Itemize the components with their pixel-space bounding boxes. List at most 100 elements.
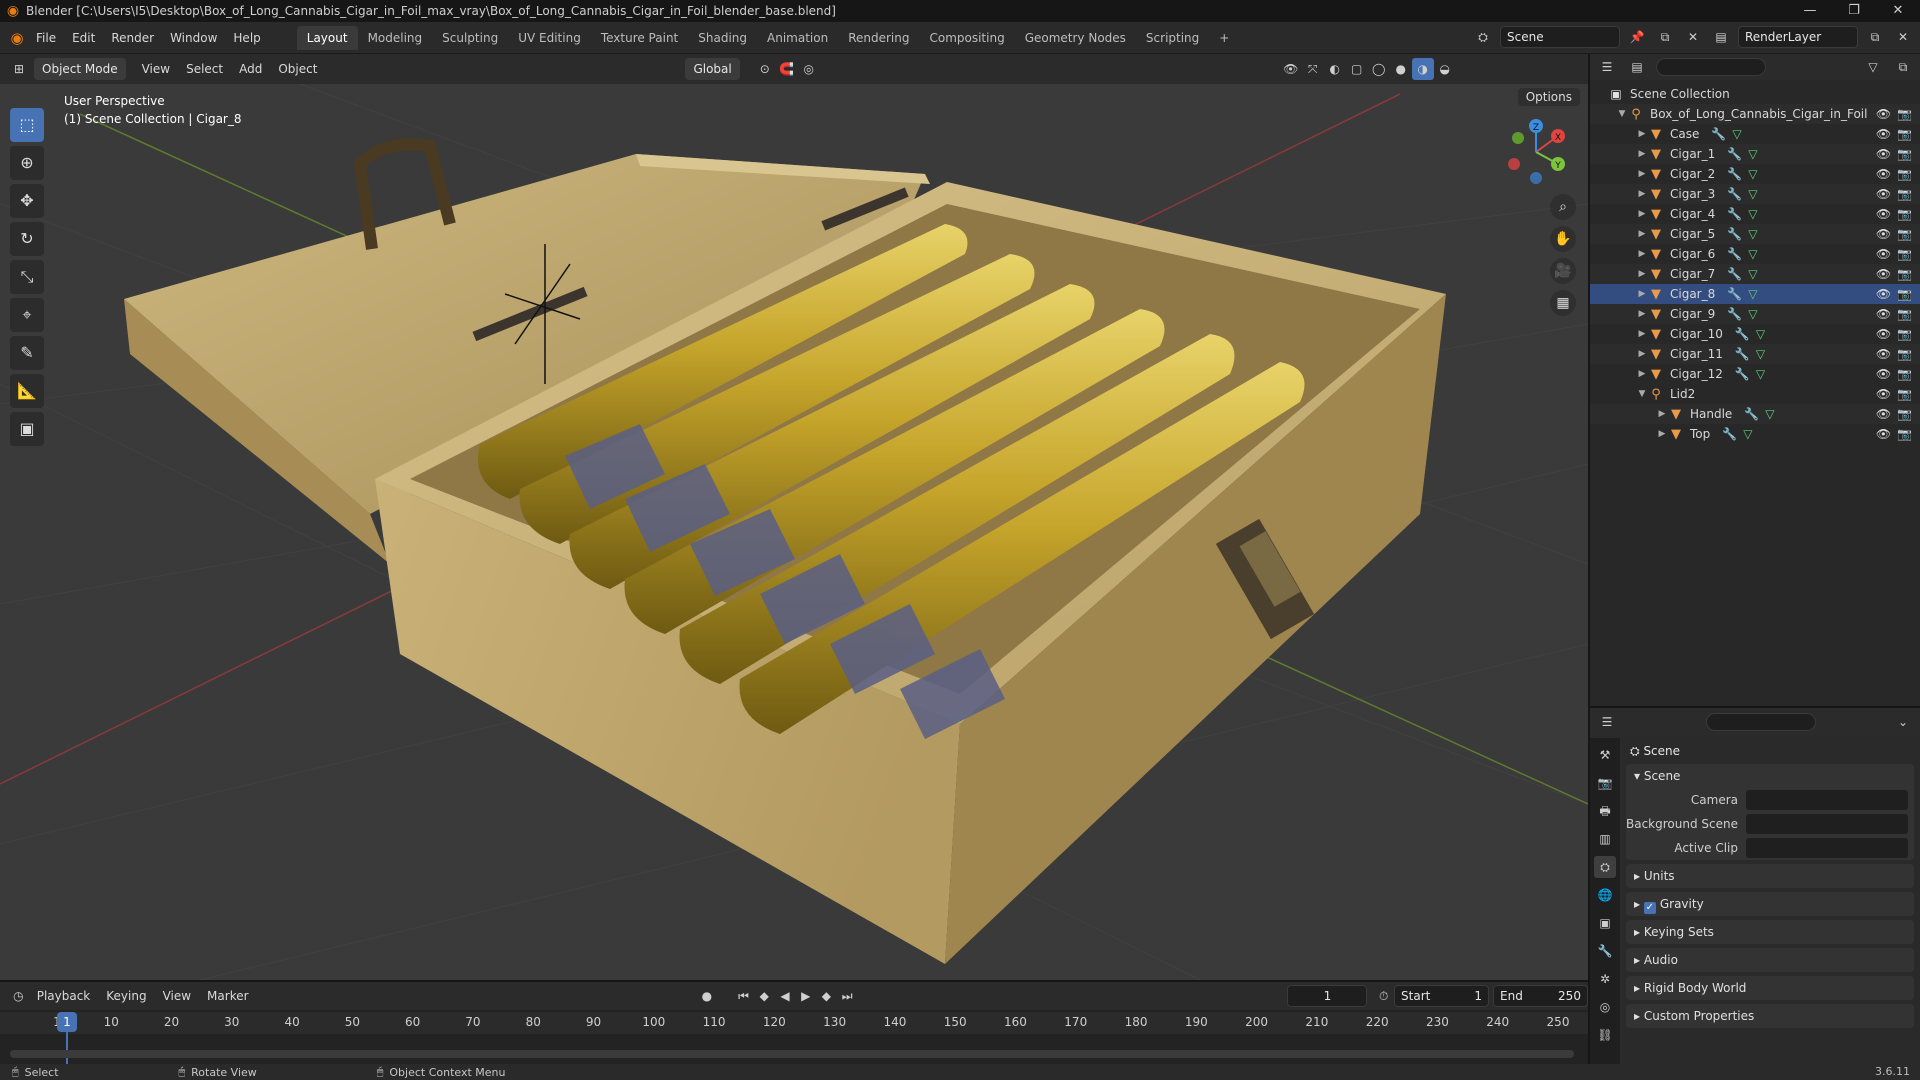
render-camera-icon[interactable]: 📷 <box>1897 347 1912 361</box>
mesh-data-icon[interactable]: ▽ <box>1756 367 1765 381</box>
outliner-editor-icon[interactable]: ☰ <box>1596 56 1618 78</box>
eye-icon[interactable]: 👁 <box>1876 307 1891 321</box>
playhead[interactable]: 1 <box>57 1012 77 1032</box>
modifier-icon[interactable]: 🔧 <box>1727 287 1742 301</box>
minimize-button[interactable]: — <box>1788 0 1832 22</box>
expand-icon[interactable]: ▶ <box>1636 289 1648 299</box>
filter-icon[interactable]: ▽ <box>1862 56 1884 78</box>
tab-shading[interactable]: Shading <box>688 26 757 50</box>
constraints-tab-icon[interactable]: ⛓ <box>1594 1024 1616 1046</box>
rotate-tool-icon[interactable]: ↻ <box>10 222 44 256</box>
tab-geometry-nodes[interactable]: Geometry Nodes <box>1015 26 1136 50</box>
handle-row[interactable]: ▶ ▼ Handle 🔧 ▽ 👁 📷 <box>1590 404 1920 424</box>
modifier-icon[interactable]: 🔧 <box>1727 247 1742 261</box>
close-button[interactable]: ✕ <box>1876 0 1920 22</box>
camera-view-icon[interactable]: 🎥 <box>1550 258 1576 284</box>
expand-icon[interactable]: ▶ <box>1636 169 1648 179</box>
new-scene-icon[interactable]: ⧉ <box>1654 26 1676 48</box>
scene-collection-row[interactable]: ▣ Scene Collection <box>1590 84 1920 104</box>
expand-icon[interactable]: ▶ <box>1636 329 1648 339</box>
mesh-data-icon[interactable]: ▽ <box>1732 127 1741 141</box>
mesh-data-icon[interactable]: ▽ <box>1748 307 1757 321</box>
mesh-data-icon[interactable]: ▽ <box>1748 247 1757 261</box>
render-camera-icon[interactable]: 📷 <box>1897 147 1912 161</box>
keying-sets-panel[interactable]: ▸ Keying Sets <box>1626 920 1914 944</box>
gravity-checkbox[interactable]: ✓ <box>1643 902 1656 914</box>
outliner-item[interactable]: ▶ ▼ Cigar_5 🔧 ▽ 👁 📷 <box>1590 224 1920 244</box>
menu-timeline-view[interactable]: View <box>155 989 199 1003</box>
zoom-icon[interactable]: ⌕ <box>1550 194 1576 220</box>
jump-end-icon[interactable]: ⏭ <box>837 985 858 1007</box>
expand-icon[interactable]: ▶ <box>1636 249 1648 259</box>
object-tab-icon[interactable]: ▣ <box>1594 912 1616 934</box>
eye-icon[interactable]: 👁 <box>1876 407 1891 421</box>
render-camera-icon[interactable]: 📷 <box>1897 327 1912 341</box>
outliner-item[interactable]: ▶ ▼ Cigar_8 🔧 ▽ 👁 📷 <box>1590 284 1920 304</box>
blender-menu-icon[interactable]: ◉ <box>6 27 28 49</box>
render-camera-icon[interactable]: 📷 <box>1897 407 1912 421</box>
tab-texture-paint[interactable]: Texture Paint <box>591 26 688 50</box>
gravity-panel[interactable]: ▸ ✓ Gravity <box>1626 892 1914 916</box>
expand-icon[interactable]: ▶ <box>1636 229 1648 239</box>
pin-icon[interactable]: 📌 <box>1626 26 1648 48</box>
world-tab-icon[interactable]: 🌐 <box>1594 884 1616 906</box>
modifier-tab-icon[interactable]: 🔧 <box>1594 940 1616 962</box>
timeline-scrollbar[interactable] <box>10 1050 1574 1058</box>
mesh-data-icon[interactable]: ▽ <box>1748 207 1757 221</box>
render-camera-icon[interactable]: 📷 <box>1897 367 1912 381</box>
mode-dropdown[interactable]: Object Mode <box>34 58 126 80</box>
modifier-icon[interactable]: 🔧 <box>1744 407 1759 421</box>
render-camera-icon[interactable]: 📷 <box>1897 427 1912 441</box>
render-camera-icon[interactable]: 📷 <box>1897 267 1912 281</box>
tab-sculpting[interactable]: Sculpting <box>432 26 508 50</box>
mesh-data-icon[interactable]: ▽ <box>1748 267 1757 281</box>
outliner-item[interactable]: ▶ ▼ Cigar_2 🔧 ▽ 👁 📷 <box>1590 164 1920 184</box>
outliner-item[interactable]: ▶ ▼ Cigar_10 🔧 ▽ 👁 📷 <box>1590 324 1920 344</box>
outliner-item[interactable]: ▶ ▼ Case 🔧 ▽ 👁 📷 <box>1590 124 1920 144</box>
select-box-tool-icon[interactable]: ⬚ <box>10 108 44 142</box>
end-frame-field[interactable]: End 250 <box>1493 985 1588 1007</box>
render-camera-icon[interactable]: 📷 <box>1897 107 1912 121</box>
tab-scripting[interactable]: Scripting <box>1136 26 1209 50</box>
mesh-data-icon[interactable]: ▽ <box>1743 427 1752 441</box>
play-reverse-icon[interactable]: ◀ <box>775 985 796 1007</box>
annotate-tool-icon[interactable]: ✎ <box>10 336 44 370</box>
expand-icon[interactable]: ▶ <box>1656 409 1668 419</box>
menu-window[interactable]: Window <box>162 27 225 49</box>
menu-object[interactable]: Object <box>270 62 325 76</box>
background-scene-field[interactable] <box>1746 814 1908 834</box>
transform-orientation-dropdown[interactable]: Global <box>685 58 740 80</box>
modifier-icon[interactable]: 🔧 <box>1727 267 1742 281</box>
render-camera-icon[interactable]: 📷 <box>1897 387 1912 401</box>
particles-tab-icon[interactable]: ✲ <box>1594 968 1616 990</box>
lid2-row[interactable]: ▼ ⚲ Lid2 👁 📷 <box>1590 384 1920 404</box>
eye-icon[interactable]: 👁 <box>1876 207 1891 221</box>
delete-layer-icon[interactable]: ✕ <box>1892 26 1914 48</box>
render-camera-icon[interactable]: 📷 <box>1897 247 1912 261</box>
top-row[interactable]: ▶ ▼ Top 🔧 ▽ 👁 📷 <box>1590 424 1920 444</box>
modifier-icon[interactable]: 🔧 <box>1727 307 1742 321</box>
scene-panel-header[interactable]: ▾ Scene <box>1626 764 1914 788</box>
render-camera-icon[interactable]: 📷 <box>1897 287 1912 301</box>
menu-edit[interactable]: Edit <box>64 27 103 49</box>
scene-tab-icon[interactable]: ⛭ <box>1594 856 1616 878</box>
modifier-icon[interactable]: 🔧 <box>1727 147 1742 161</box>
active-clip-field[interactable] <box>1746 838 1908 858</box>
timeline-editor-icon[interactable]: ◷ <box>8 985 29 1007</box>
mesh-data-icon[interactable]: ▽ <box>1765 407 1774 421</box>
cursor-tool-icon[interactable]: ⊕ <box>10 146 44 180</box>
render-shading-icon[interactable]: ◒ <box>1434 58 1456 80</box>
eye-icon[interactable]: 👁 <box>1876 267 1891 281</box>
outliner-item[interactable]: ▶ ▼ Cigar_3 🔧 ▽ 👁 📷 <box>1590 184 1920 204</box>
overlay-icon[interactable]: ◐ <box>1324 58 1346 80</box>
menu-help[interactable]: Help <box>225 27 268 49</box>
mesh-data-icon[interactable]: ▽ <box>1748 187 1757 201</box>
tab-rendering[interactable]: Rendering <box>838 26 919 50</box>
tab-uv-editing[interactable]: UV Editing <box>508 26 591 50</box>
pan-hand-icon[interactable]: ✋ <box>1550 226 1576 252</box>
scale-tool-icon[interactable]: ⤡ <box>10 260 44 294</box>
expand-icon[interactable]: ▶ <box>1636 189 1648 199</box>
units-panel[interactable]: ▸ Units <box>1626 864 1914 888</box>
tab-animation[interactable]: Animation <box>757 26 838 50</box>
expand-icon[interactable]: ▶ <box>1636 149 1648 159</box>
